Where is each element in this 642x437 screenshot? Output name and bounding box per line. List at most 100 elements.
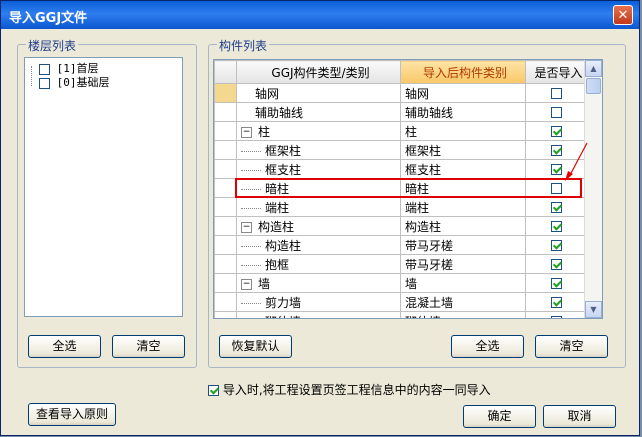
scroll-thumb[interactable] (586, 78, 601, 94)
row-header[interactable] (214, 140, 237, 160)
column-header-type[interactable]: GGJ构件类型/类别 (236, 60, 401, 84)
import-project-info-checkbox[interactable] (208, 385, 219, 396)
tree-line (241, 245, 261, 247)
row-header[interactable] (214, 235, 237, 255)
row-header[interactable] (214, 273, 237, 293)
import-flag-cell (525, 292, 588, 312)
import-checkbox[interactable] (551, 221, 562, 232)
import-checkbox[interactable] (551, 126, 562, 137)
import-checkbox[interactable] (551, 88, 562, 99)
target-category-cell[interactable]: 带马牙槎 (400, 254, 526, 274)
component-type-cell[interactable]: 框支柱 (236, 159, 401, 179)
floor-item[interactable]: [1]首层 (39, 60, 99, 75)
component-type-cell[interactable]: − 墙 (236, 273, 401, 293)
table-row[interactable]: 剪力墙 混凝土墙 (214, 292, 588, 312)
target-category-cell[interactable]: 辅助轴线 (400, 102, 526, 122)
import-flag-cell (525, 235, 588, 255)
column-header-import[interactable]: 是否导入 (525, 60, 588, 84)
target-category-cell[interactable]: 墙 (400, 273, 526, 293)
import-flag-cell (525, 121, 588, 141)
component-type-cell[interactable]: − 柱 (236, 121, 401, 141)
floor-tree[interactable]: [1]首层 [0]基础层 (24, 57, 183, 317)
import-checkbox[interactable] (551, 297, 562, 308)
import-project-info-option[interactable]: 导入时,将工程设置页签工程信息中的内容一同导入 (208, 381, 491, 398)
title-bar: 导入GGJ文件 ✕ (1, 1, 639, 29)
collapse-icon[interactable]: − (241, 221, 252, 233)
table-row[interactable]: 框支柱 框支柱 (214, 159, 588, 179)
import-checkbox[interactable] (551, 316, 562, 318)
row-header[interactable] (214, 311, 237, 318)
table-row[interactable]: 辅助轴线 辅助轴线 (214, 102, 588, 122)
floor-checkbox[interactable] (39, 77, 50, 89)
table-row[interactable]: 框架柱 框架柱 (214, 140, 588, 160)
cancel-button[interactable]: 取消 (543, 405, 616, 428)
import-flag-cell (525, 197, 588, 217)
component-clear-button[interactable]: 清空 (535, 335, 608, 358)
component-type-cell[interactable]: 框架柱 (236, 140, 401, 160)
floor-clear-button[interactable]: 清空 (112, 335, 185, 358)
target-category-cell[interactable]: 带马牙槎 (400, 235, 526, 255)
component-type-cell[interactable]: 构造柱 (236, 235, 401, 255)
collapse-icon[interactable]: − (241, 278, 252, 290)
import-checkbox[interactable] (551, 278, 562, 289)
table-row[interactable]: − 墙墙 (214, 273, 588, 293)
row-header[interactable] (214, 121, 237, 141)
import-checkbox[interactable] (551, 202, 562, 213)
floor-label: [0]基础层 (56, 76, 110, 89)
floor-checkbox[interactable] (39, 63, 50, 75)
floor-select-all-button[interactable]: 全选 (28, 335, 101, 358)
table-row[interactable]: − 柱柱 (214, 121, 588, 141)
view-import-rules-button[interactable]: 查看导入原则 (28, 403, 116, 426)
row-header[interactable] (214, 178, 237, 198)
component-type-label: 框支柱 (265, 162, 302, 177)
vertical-scrollbar[interactable]: ▲ ▼ (584, 60, 602, 318)
table-row[interactable]: 抱框 带马牙槎 (214, 254, 588, 274)
scroll-down-icon[interactable]: ▼ (585, 301, 602, 318)
target-category-cell[interactable]: 构造柱 (400, 216, 526, 236)
component-type-cell[interactable]: 剪力墙 (236, 292, 401, 312)
row-header[interactable] (214, 83, 237, 103)
target-category-cell[interactable]: 轴网 (400, 83, 526, 103)
import-checkbox[interactable] (551, 259, 562, 270)
row-header[interactable] (214, 254, 237, 274)
import-checkbox[interactable] (551, 240, 562, 251)
component-type-cell[interactable]: 端柱 (236, 197, 401, 217)
row-header[interactable] (214, 292, 237, 312)
component-type-cell[interactable]: 砌体墙 (236, 311, 401, 318)
target-category-cell[interactable]: 砌体墙 (400, 311, 526, 318)
component-type-cell[interactable]: 轴网 (236, 83, 401, 103)
row-header[interactable] (214, 197, 237, 217)
target-category-cell[interactable]: 框架柱 (400, 140, 526, 160)
row-header[interactable] (214, 216, 237, 236)
component-type-cell[interactable]: − 构造柱 (236, 216, 401, 236)
target-category-cell[interactable]: 框支柱 (400, 159, 526, 179)
target-category-cell[interactable]: 混凝土墙 (400, 292, 526, 312)
component-type-label: 辅助轴线 (255, 105, 304, 120)
target-category-cell[interactable]: 柱 (400, 121, 526, 141)
row-header[interactable] (214, 159, 237, 179)
close-button[interactable]: ✕ (613, 5, 633, 25)
component-type-cell[interactable]: 辅助轴线 (236, 102, 401, 122)
table-row[interactable]: 端柱 端柱 (214, 197, 588, 217)
table-row[interactable]: 轴网 轴网 (214, 83, 588, 103)
annotation-arrow-icon (565, 142, 588, 181)
import-checkbox[interactable] (551, 107, 562, 118)
table-row[interactable]: − 构造柱 构造柱 (214, 216, 588, 236)
floor-item[interactable]: [0]基础层 (39, 74, 110, 89)
close-icon: ✕ (617, 8, 629, 23)
component-type-cell[interactable]: 抱框 (236, 254, 401, 274)
restore-default-button[interactable]: 恢复默认 (219, 335, 292, 358)
row-header-corner (214, 60, 237, 84)
component-type-label: 抱框 (265, 257, 290, 272)
target-category-cell[interactable]: 端柱 (400, 197, 526, 217)
scroll-up-icon[interactable]: ▲ (585, 60, 602, 77)
table-row[interactable]: 构造柱 带马牙槎 (214, 235, 588, 255)
row-header[interactable] (214, 102, 237, 122)
ok-button[interactable]: 确定 (463, 405, 536, 428)
column-header-target[interactable]: 导入后构件类别 (400, 60, 526, 84)
component-select-all-button[interactable]: 全选 (451, 335, 524, 358)
component-list-label: 构件列表 (217, 37, 270, 54)
collapse-icon[interactable]: − (241, 126, 252, 138)
component-type-label: 墙 (258, 276, 271, 291)
table-row[interactable]: 砌体墙砌体墙 (214, 311, 588, 318)
